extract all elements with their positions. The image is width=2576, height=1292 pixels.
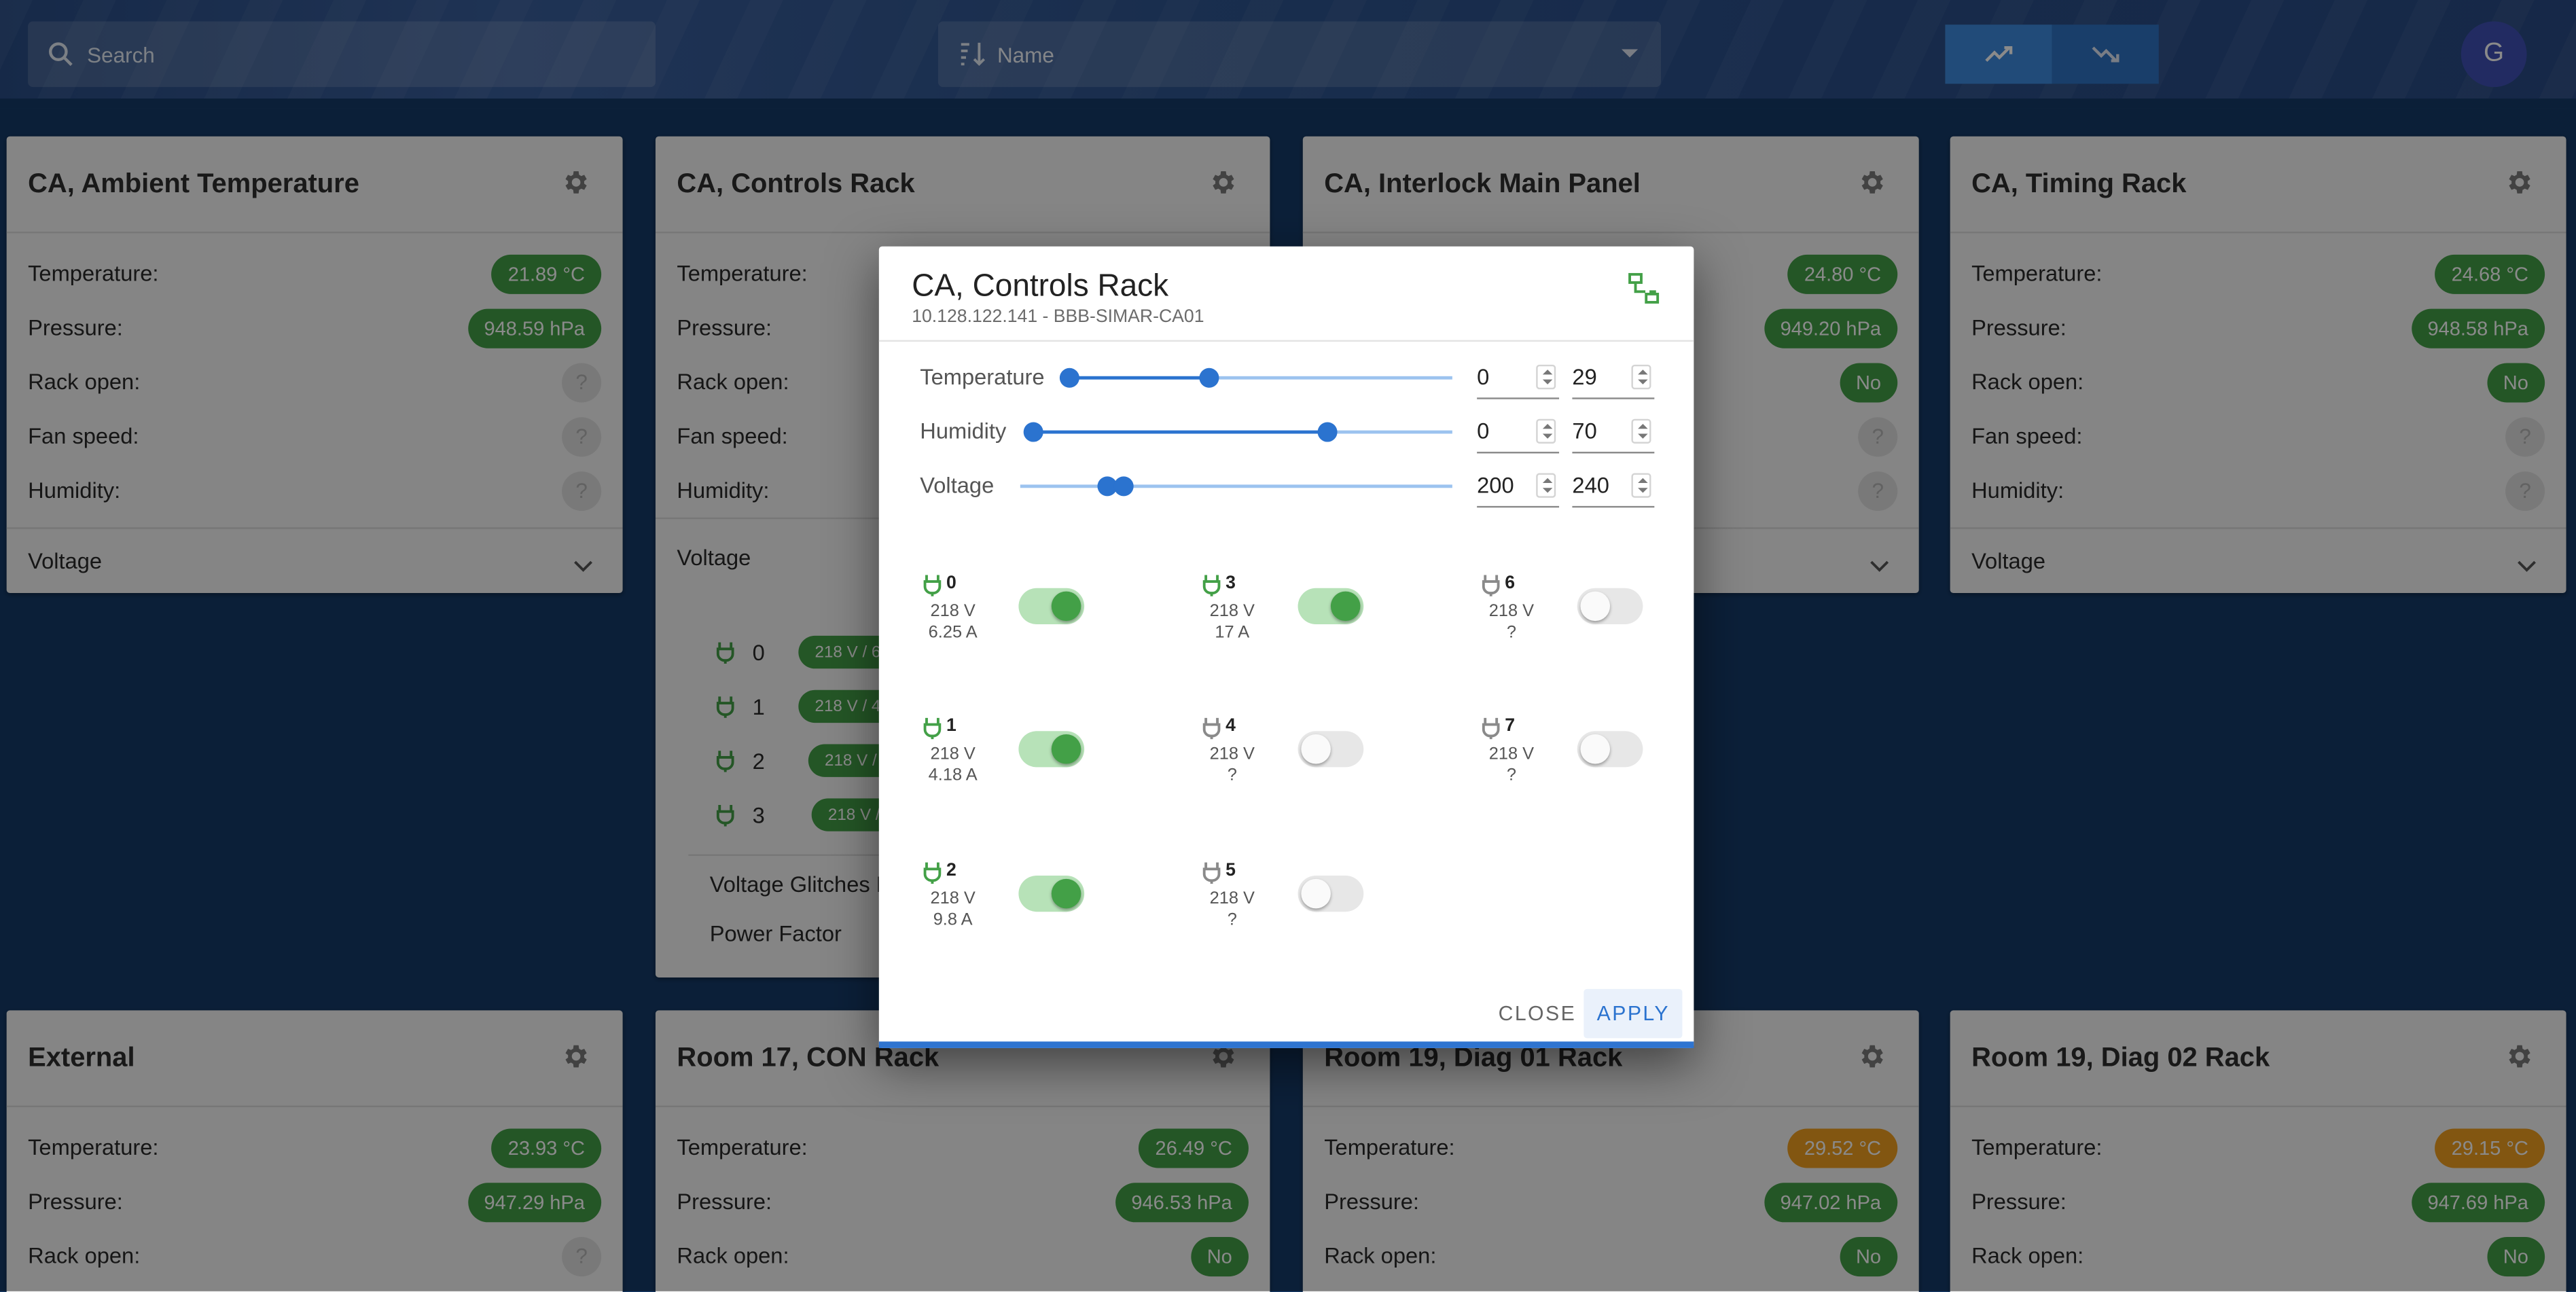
socket-current: ?: [1506, 622, 1516, 643]
plug-icon: [1482, 716, 1500, 747]
socket-id: 4: [1226, 716, 1236, 736]
dialog-subtitle: 10.128.122.141 - BBB-SIMAR-CA01: [912, 307, 1204, 327]
close-button[interactable]: CLOSE: [1485, 989, 1589, 1039]
socket-2: 2 218 V 9.8 A: [923, 861, 1153, 943]
spinner-icon[interactable]: [1536, 418, 1556, 444]
spinner-icon[interactable]: [1536, 364, 1556, 390]
socket-current: 9.8 A: [933, 910, 973, 930]
socket-voltage: 218 V: [1488, 744, 1535, 764]
socket-current: ?: [1227, 765, 1237, 785]
spinner-icon[interactable]: [1631, 418, 1651, 444]
slider-label: Humidity: [920, 418, 1007, 444]
toggle-knob: [1301, 878, 1331, 909]
plug-icon: [923, 573, 942, 605]
socket-5: 5 218 V ?: [1202, 861, 1433, 943]
socket-id: 5: [1226, 861, 1236, 881]
socket-id: 7: [1505, 716, 1516, 736]
dialog-divider: [878, 340, 1694, 342]
min-input[interactable]: 200: [1477, 465, 1560, 508]
socket-toggle[interactable]: [1577, 731, 1643, 768]
socket-current: 17 A: [1215, 622, 1250, 643]
dialog-progress-bar: [878, 1041, 1694, 1048]
spinner-icon[interactable]: [1536, 473, 1556, 498]
socket-voltage: 218 V: [930, 889, 976, 909]
socket-current: ?: [1227, 910, 1237, 930]
toggle-knob: [1330, 591, 1361, 622]
toggle-knob: [1051, 591, 1081, 622]
socket-voltage: 218 V: [930, 601, 976, 622]
socket-id: 6: [1505, 573, 1516, 594]
plug-icon: [1202, 716, 1221, 747]
toggle-knob: [1301, 734, 1331, 764]
socket-id: 0: [946, 573, 956, 594]
socket-0: 0 218 V 6.25 A: [923, 573, 1153, 656]
toggle-knob: [1580, 591, 1611, 622]
min-input[interactable]: 0: [1477, 357, 1560, 399]
socket-toggle[interactable]: [1018, 731, 1085, 768]
slider-min-thumb[interactable]: [1059, 367, 1079, 388]
dialog-title: CA, Controls Rack: [912, 269, 1169, 304]
slider-min-thumb[interactable]: [1023, 422, 1043, 442]
plug-icon: [1202, 861, 1221, 892]
socket-id: 3: [1226, 573, 1236, 594]
socket-id: 1: [946, 716, 956, 736]
slider-max-thumb[interactable]: [1317, 422, 1338, 442]
toggle-knob: [1051, 878, 1081, 909]
slider-range: [1033, 430, 1328, 434]
socket-voltage: 218 V: [930, 744, 976, 764]
toggle-knob: [1051, 734, 1081, 764]
socket-id: 2: [946, 861, 956, 881]
max-input[interactable]: 29: [1572, 357, 1655, 399]
slider-label: Voltage: [920, 473, 995, 498]
plug-icon: [1482, 573, 1500, 605]
voltage-slider-row: Voltage 200 240: [920, 465, 1655, 508]
toggle-knob: [1580, 734, 1611, 764]
socket-voltage: 218 V: [1209, 744, 1255, 764]
slider-max-thumb[interactable]: [1113, 476, 1134, 497]
socket-3: 3 218 V 17 A: [1202, 573, 1433, 656]
settings-dialog: CA, Controls Rack 10.128.122.141 - BBB-S…: [878, 246, 1694, 1048]
socket-current: 4.18 A: [928, 765, 978, 785]
socket-current: ?: [1506, 765, 1516, 785]
socket-toggle[interactable]: [1018, 588, 1085, 624]
socket-voltage: 218 V: [1488, 601, 1535, 622]
socket-4: 4 218 V ?: [1202, 716, 1433, 798]
spinner-icon[interactable]: [1631, 364, 1651, 390]
temperature-slider-row: Temperature 0 29: [920, 357, 1655, 399]
socket-toggle[interactable]: [1018, 876, 1085, 912]
slider-max-thumb[interactable]: [1199, 367, 1219, 388]
slider-range: [1069, 376, 1209, 380]
network-icon[interactable]: [1628, 272, 1661, 313]
min-input[interactable]: 0: [1477, 411, 1560, 454]
max-input[interactable]: 240: [1572, 465, 1655, 508]
plug-icon: [1202, 573, 1221, 605]
plug-icon: [923, 716, 942, 747]
socket-1: 1 218 V 4.18 A: [923, 716, 1153, 798]
socket-current: 6.25 A: [928, 622, 978, 643]
spinner-icon[interactable]: [1631, 473, 1651, 498]
apply-button[interactable]: APPLY: [1584, 988, 1683, 1039]
socket-voltage: 218 V: [1209, 601, 1255, 622]
socket-toggle[interactable]: [1298, 876, 1364, 912]
socket-toggle[interactable]: [1298, 731, 1364, 768]
slider-track[interactable]: [1020, 484, 1452, 488]
humidity-slider-row: Humidity 0 70: [920, 411, 1655, 454]
socket-toggle[interactable]: [1577, 588, 1643, 624]
plug-icon: [923, 861, 942, 892]
slider-label: Temperature: [920, 364, 1045, 390]
socket-toggle[interactable]: [1298, 588, 1364, 624]
max-input[interactable]: 70: [1572, 411, 1655, 454]
socket-voltage: 218 V: [1209, 889, 1255, 909]
socket-6: 6 218 V ?: [1482, 573, 1712, 656]
socket-7: 7 218 V ?: [1482, 716, 1712, 798]
